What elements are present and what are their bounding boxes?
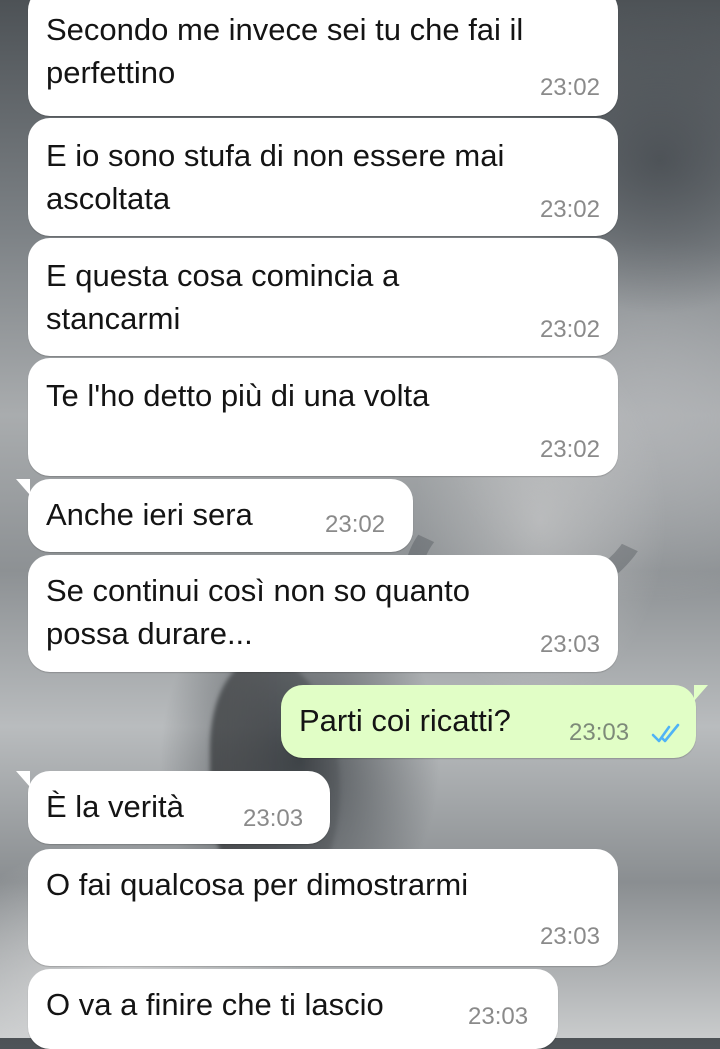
message-bubble-received[interactable]: O va a finire che ti lascio 23:03 — [28, 969, 558, 1049]
message-text: O fai qualcosa per dimostrarmi — [46, 867, 469, 902]
message-bubble-received[interactable]: Se continui così non so quanto possa dur… — [28, 555, 618, 672]
message-text: Anche ieri sera — [46, 497, 253, 532]
message-timestamp: 23:02 — [539, 196, 600, 223]
message-timestamp: 23:02 — [325, 511, 386, 538]
message-timestamp: 23:02 — [539, 436, 600, 463]
message-timestamp: 23:02 — [539, 316, 600, 343]
message-bubble-received[interactable]: Te l'ho detto più di una volta 23:02 — [28, 358, 618, 476]
message-bubble-received[interactable]: O fai qualcosa per dimostrarmi 23:03 — [28, 849, 618, 966]
message-bubble-received[interactable]: E io sono stufa di non essere mai ascolt… — [28, 118, 618, 236]
message-text: Parti coi ricatti? — [299, 703, 511, 738]
message-text: E io sono stufa di non essere mai ascolt… — [46, 138, 505, 216]
message-timestamp: 23:03 — [243, 805, 304, 832]
message-timestamp: 23:03 — [569, 719, 630, 746]
message-text: Te l'ho detto più di una volta — [46, 378, 430, 413]
message-bubble-received[interactable]: E questa cosa comincia a stancarmi 23:02 — [28, 238, 618, 356]
message-bubble-sent[interactable]: Parti coi ricatti? 23:03 — [281, 685, 708, 758]
message-timestamp: 23:03 — [539, 631, 600, 658]
message-timestamp: 23:03 — [539, 923, 600, 950]
message-text: È la verità — [46, 789, 184, 824]
chat-message-list[interactable]: Secondo me invece sei tu che fai il perf… — [0, 0, 720, 1049]
message-text: O va a finire che ti lascio — [46, 987, 384, 1022]
message-bubble-received[interactable]: È la verità 23:03 — [16, 771, 330, 844]
message-bubble-received[interactable]: Anche ieri sera 23:02 — [16, 479, 413, 552]
message-text: E questa cosa comincia a stancarmi — [46, 258, 400, 336]
message-text: Secondo me invece sei tu che fai il perf… — [46, 12, 524, 90]
message-timestamp: 23:02 — [539, 74, 600, 101]
double-check-icon — [651, 723, 680, 743]
message-text: Se continui così non so quanto possa dur… — [46, 573, 470, 651]
message-bubble-received[interactable]: Secondo me invece sei tu che fai il perf… — [28, 0, 618, 116]
message-timestamp: 23:03 — [468, 1003, 529, 1030]
